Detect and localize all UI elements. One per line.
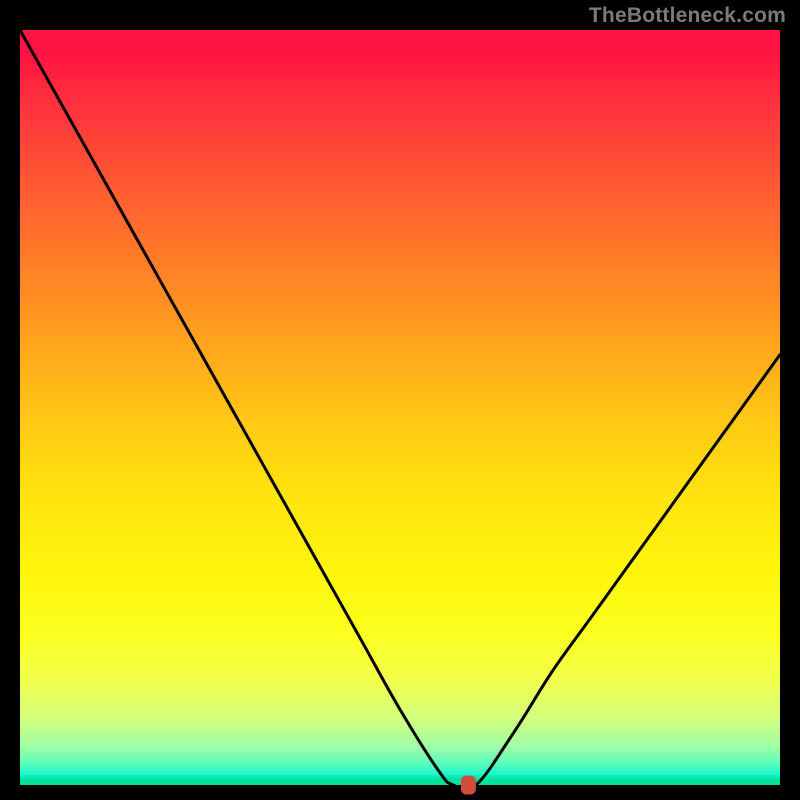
bottleneck-curve: [20, 30, 780, 790]
chart-frame: TheBottleneck.com: [0, 0, 800, 800]
attribution-label: TheBottleneck.com: [589, 4, 786, 28]
chart-svg: [20, 30, 780, 785]
chart-plot-area: [20, 30, 780, 785]
chart-marker: [461, 776, 475, 794]
